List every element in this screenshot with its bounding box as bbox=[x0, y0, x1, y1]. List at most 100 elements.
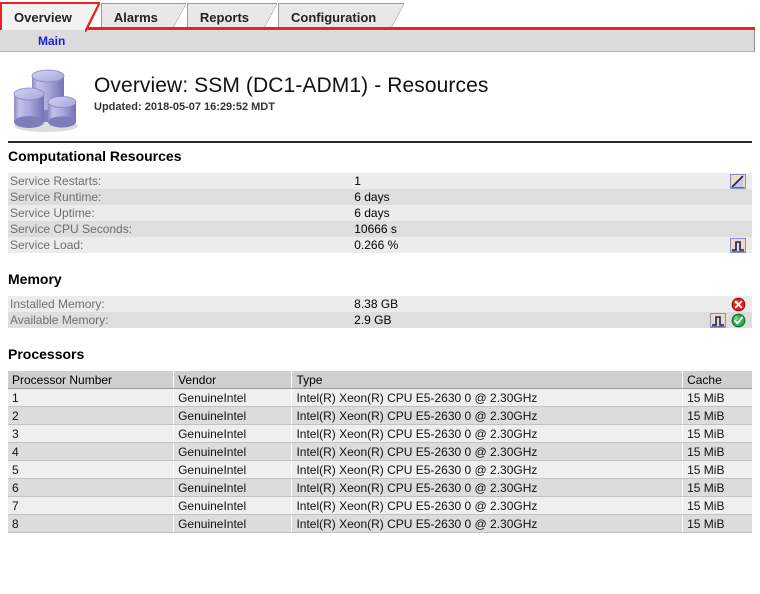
cell-type: Intel(R) Xeon(R) CPU E5-2630 0 @ 2.30GHz bbox=[292, 497, 683, 515]
step-chart-icon[interactable] bbox=[710, 313, 726, 328]
cell-cache: 15 MiB bbox=[683, 389, 752, 407]
cell-vendor: GenuineIntel bbox=[174, 443, 292, 461]
cell-type: Intel(R) Xeon(R) CPU E5-2630 0 @ 2.30GHz bbox=[292, 407, 683, 425]
row-value: 0.266 % bbox=[354, 237, 696, 253]
page-updated-timestamp: Updated: 2018-05-07 16:29:52 MDT bbox=[94, 101, 489, 113]
alarm-critical-icon[interactable] bbox=[731, 297, 746, 312]
cell-vendor: GenuineIntel bbox=[174, 389, 292, 407]
cell-type: Intel(R) Xeon(R) CPU E5-2630 0 @ 2.30GHz bbox=[292, 389, 683, 407]
row-icons bbox=[696, 221, 752, 237]
cell-type: Intel(R) Xeon(R) CPU E5-2630 0 @ 2.30GHz bbox=[292, 443, 683, 461]
tab-configuration-label: Configuration bbox=[291, 10, 376, 25]
row-value: 10666 s bbox=[354, 221, 696, 237]
row-icons bbox=[696, 237, 752, 253]
cell-processor-number: 8 bbox=[8, 515, 174, 533]
submenu-bar: Main bbox=[0, 30, 755, 52]
column-header-type[interactable]: Type bbox=[292, 371, 683, 389]
table-row: 7 GenuineIntel Intel(R) Xeon(R) CPU E5-2… bbox=[8, 497, 752, 515]
trend-chart-icon[interactable] bbox=[730, 174, 746, 189]
tab-list: Overview Alarms Reports Configuration bbox=[0, 0, 405, 30]
cell-cache: 15 MiB bbox=[683, 407, 752, 425]
section-title-processors: Processors bbox=[8, 346, 760, 362]
row-label: Service Uptime: bbox=[8, 205, 354, 221]
page-content: Computational Resources Service Restarts… bbox=[0, 148, 760, 551]
row-value: 6 days bbox=[354, 205, 696, 221]
row-value: 6 days bbox=[354, 189, 696, 205]
section-title-computational-resources: Computational Resources bbox=[8, 148, 760, 164]
cell-cache: 15 MiB bbox=[683, 425, 752, 443]
table-header-row: Processor Number Vendor Type Cache bbox=[8, 371, 752, 389]
submenu-link-main[interactable]: Main bbox=[38, 34, 65, 48]
section-title-memory: Memory bbox=[8, 271, 760, 287]
tab-bar-accent-rule bbox=[78, 27, 755, 30]
row-label: Available Memory: bbox=[8, 312, 354, 328]
column-header-processor-number[interactable]: Processor Number bbox=[8, 371, 174, 389]
table-row: 1 GenuineIntel Intel(R) Xeon(R) CPU E5-2… bbox=[8, 389, 752, 407]
row-label: Installed Memory: bbox=[8, 296, 354, 312]
cell-processor-number: 1 bbox=[8, 389, 174, 407]
cell-processor-number: 4 bbox=[8, 443, 174, 461]
cell-cache: 15 MiB bbox=[683, 515, 752, 533]
list-item: Installed Memory: 8.38 GB bbox=[8, 296, 752, 312]
cell-cache: 15 MiB bbox=[683, 479, 752, 497]
cell-type: Intel(R) Xeon(R) CPU E5-2630 0 @ 2.30GHz bbox=[292, 425, 683, 443]
cell-cache: 15 MiB bbox=[683, 461, 752, 479]
row-icons bbox=[696, 205, 752, 221]
table-row: 5 GenuineIntel Intel(R) Xeon(R) CPU E5-2… bbox=[8, 461, 752, 479]
row-label: Service Restarts: bbox=[8, 173, 354, 189]
row-icons bbox=[696, 296, 752, 312]
tab-reports-label: Reports bbox=[200, 10, 249, 25]
section-memory: Memory Installed Memory: 8.38 GB bbox=[0, 271, 760, 328]
storage-cylinders-icon bbox=[6, 63, 82, 135]
table-row: 3 GenuineIntel Intel(R) Xeon(R) CPU E5-2… bbox=[8, 425, 752, 443]
page-header-text: Overview: SSM (DC1-ADM1) - Resources Upd… bbox=[94, 74, 489, 113]
step-chart-icon[interactable] bbox=[730, 238, 746, 253]
section-computational-resources: Computational Resources Service Restarts… bbox=[0, 148, 760, 253]
row-icons bbox=[696, 189, 752, 205]
row-icons bbox=[696, 173, 752, 189]
computational-resources-list: Service Restarts: 1 bbox=[8, 173, 752, 253]
row-value: 8.38 GB bbox=[354, 296, 696, 312]
cell-processor-number: 2 bbox=[8, 407, 174, 425]
page-title: Overview: SSM (DC1-ADM1) - Resources bbox=[94, 74, 489, 98]
cell-vendor: GenuineIntel bbox=[174, 479, 292, 497]
column-header-cache[interactable]: Cache bbox=[683, 371, 752, 389]
table-row: 2 GenuineIntel Intel(R) Xeon(R) CPU E5-2… bbox=[8, 407, 752, 425]
cell-vendor: GenuineIntel bbox=[174, 515, 292, 533]
cell-type: Intel(R) Xeon(R) CPU E5-2630 0 @ 2.30GHz bbox=[292, 461, 683, 479]
cell-processor-number: 7 bbox=[8, 497, 174, 515]
list-item: Service Uptime: 6 days bbox=[8, 205, 752, 221]
list-item: Service Runtime: 6 days bbox=[8, 189, 752, 205]
tab-reports[interactable]: Reports bbox=[187, 3, 263, 30]
list-item: Available Memory: 2.9 GB bbox=[8, 312, 752, 328]
column-header-vendor[interactable]: Vendor bbox=[174, 371, 292, 389]
tab-configuration[interactable]: Configuration bbox=[278, 3, 390, 30]
list-item: Service Restarts: 1 bbox=[8, 173, 752, 189]
cell-processor-number: 5 bbox=[8, 461, 174, 479]
status-normal-icon[interactable] bbox=[731, 313, 746, 328]
cell-vendor: GenuineIntel bbox=[174, 461, 292, 479]
section-processors: Processors Processor Number Vendor Type … bbox=[0, 346, 760, 533]
tab-alarms[interactable]: Alarms bbox=[101, 3, 172, 30]
row-label: Service Runtime: bbox=[8, 189, 354, 205]
cell-vendor: GenuineIntel bbox=[174, 425, 292, 443]
memory-list: Installed Memory: 8.38 GB Availab bbox=[8, 296, 752, 328]
row-label: Service Load: bbox=[8, 237, 354, 253]
list-item: Service CPU Seconds: 10666 s bbox=[8, 221, 752, 237]
row-value: 1 bbox=[354, 173, 696, 189]
row-value: 2.9 GB bbox=[354, 312, 696, 328]
cell-processor-number: 6 bbox=[8, 479, 174, 497]
header-divider bbox=[8, 141, 752, 143]
row-label: Service CPU Seconds: bbox=[8, 221, 354, 237]
tab-overview-label: Overview bbox=[14, 10, 72, 25]
table-row: 6 GenuineIntel Intel(R) Xeon(R) CPU E5-2… bbox=[8, 479, 752, 497]
tab-alarms-label: Alarms bbox=[114, 10, 158, 25]
page-header: Overview: SSM (DC1-ADM1) - Resources Upd… bbox=[0, 60, 760, 140]
row-icons bbox=[696, 312, 752, 328]
processors-table: Processor Number Vendor Type Cache 1 Gen… bbox=[8, 371, 752, 533]
list-item: Service Load: 0.266 % bbox=[8, 237, 752, 253]
cell-cache: 15 MiB bbox=[683, 443, 752, 461]
tab-overview[interactable]: Overview bbox=[0, 2, 86, 30]
cell-type: Intel(R) Xeon(R) CPU E5-2630 0 @ 2.30GHz bbox=[292, 515, 683, 533]
cell-vendor: GenuineIntel bbox=[174, 407, 292, 425]
